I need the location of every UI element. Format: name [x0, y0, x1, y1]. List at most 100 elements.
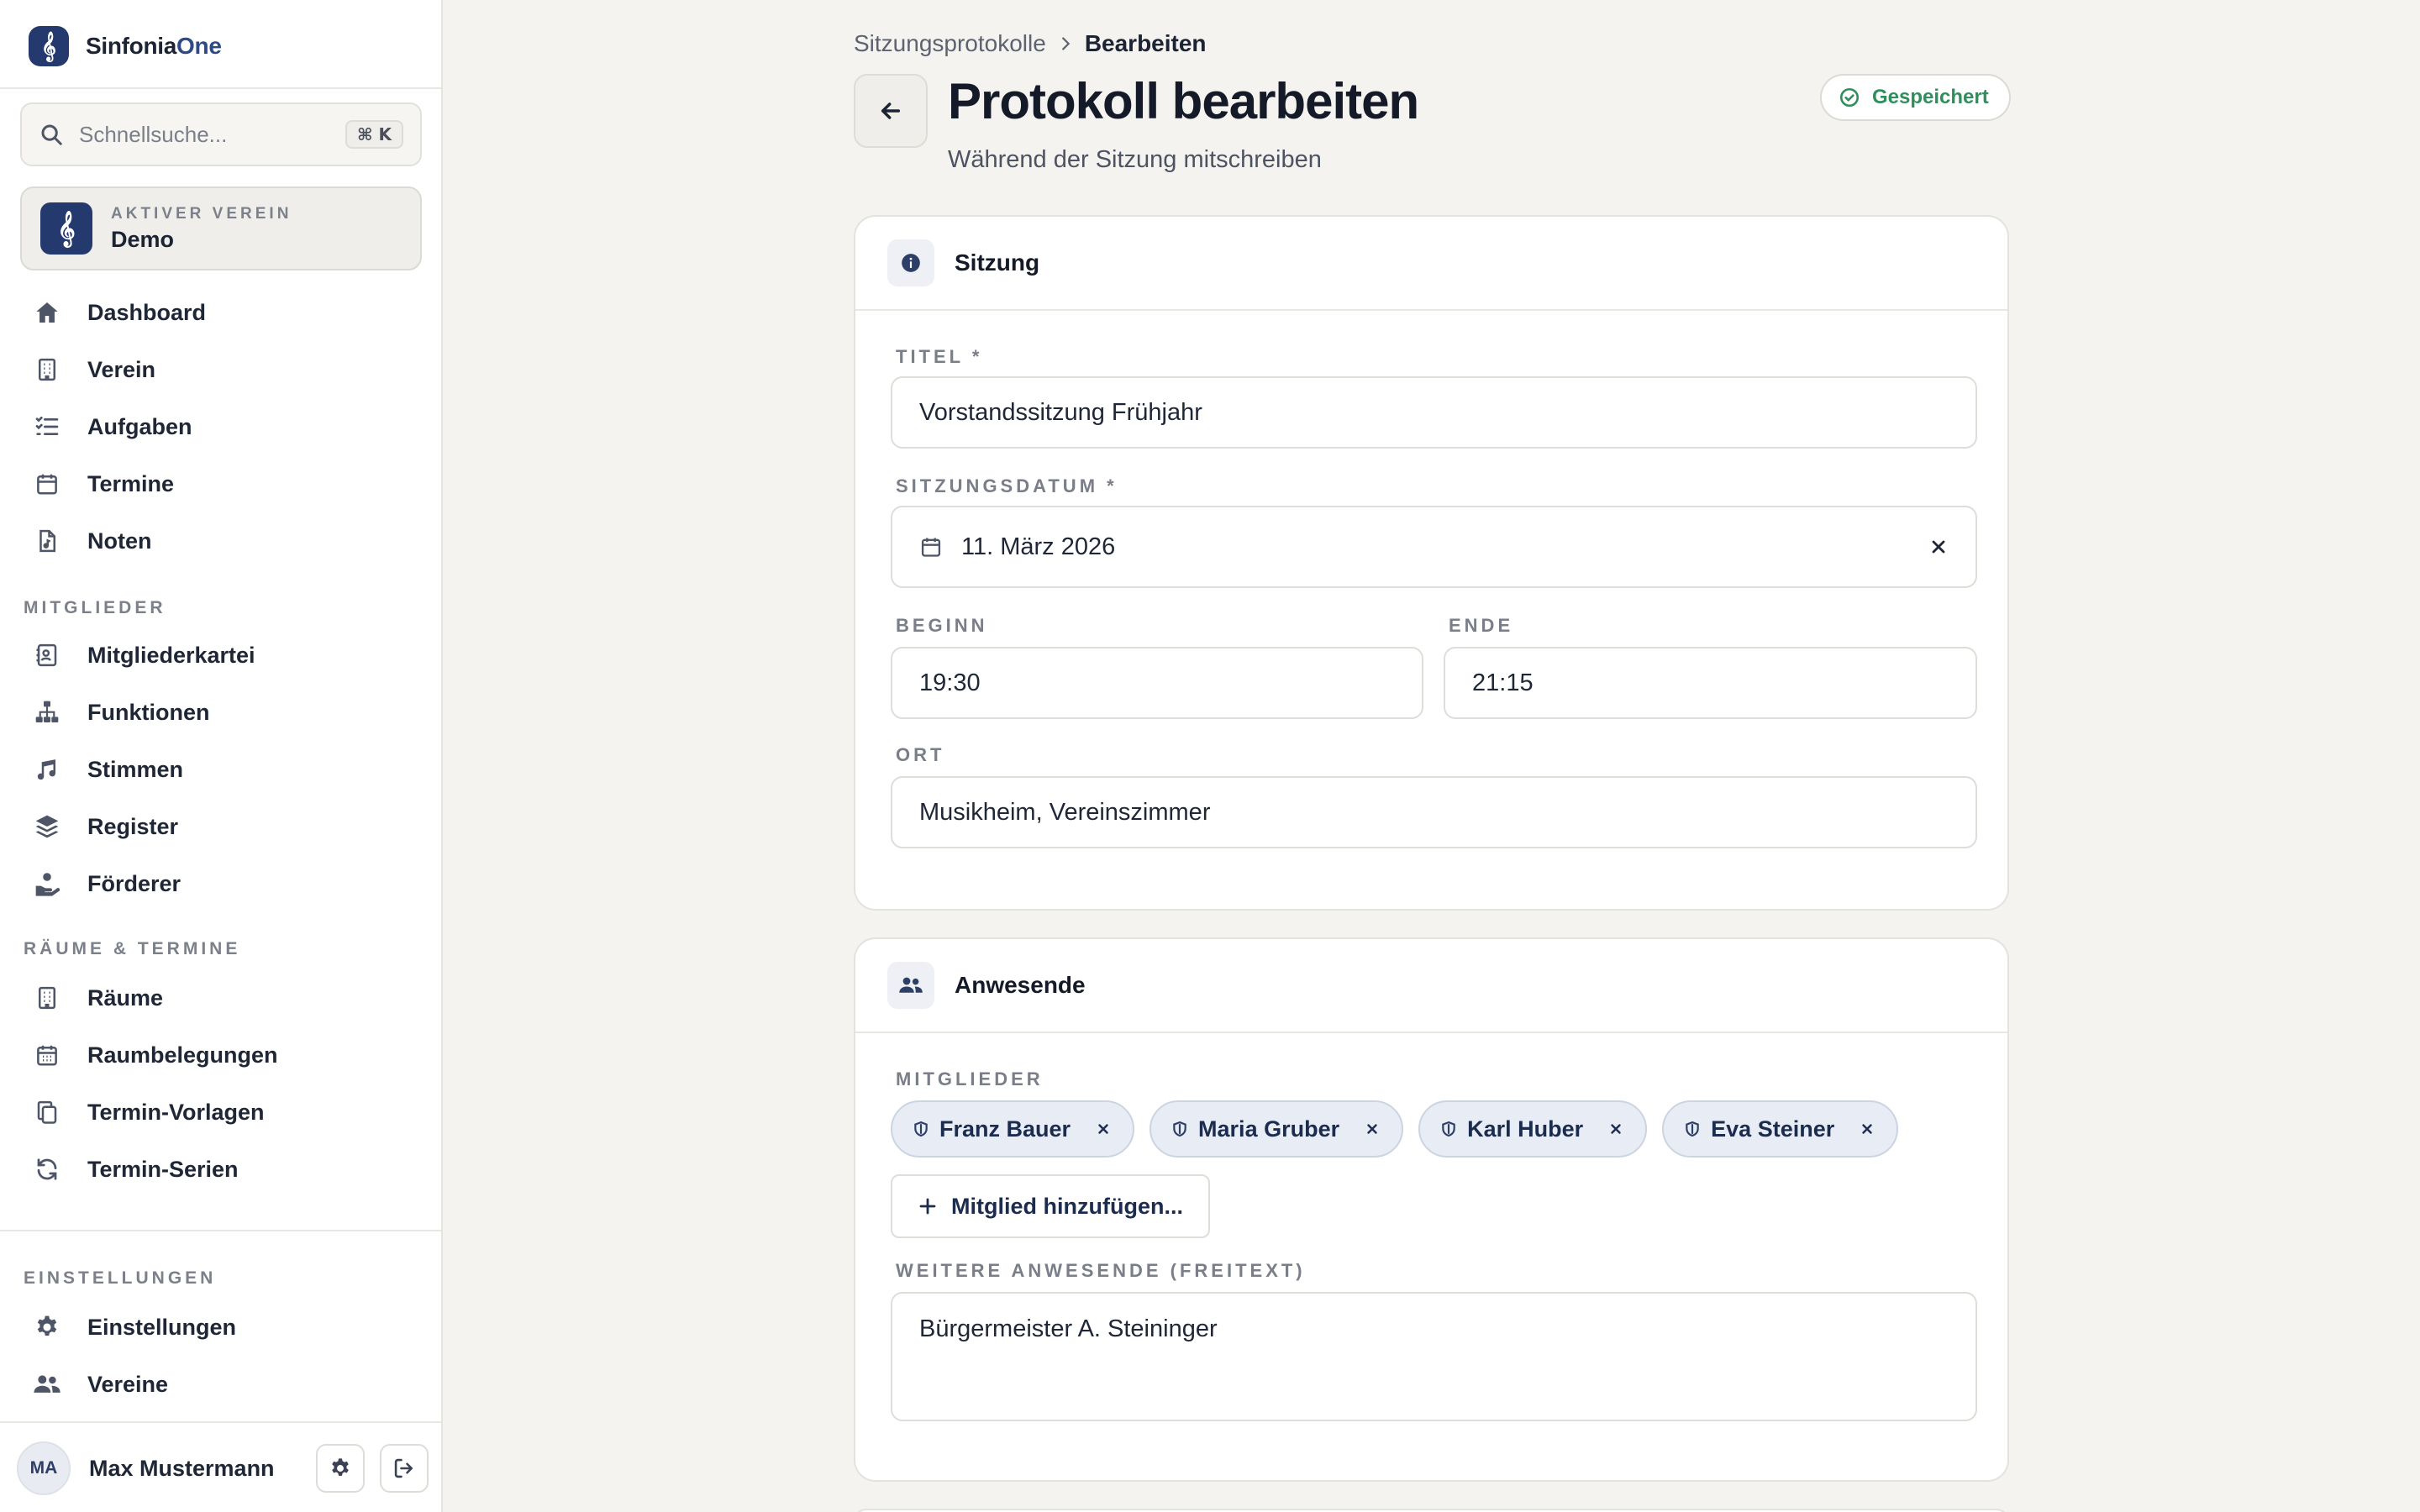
end-time-value: 21:15 — [1472, 669, 1534, 696]
start-time-value: 19:30 — [919, 669, 981, 696]
clear-date-icon[interactable] — [1928, 537, 1949, 557]
remove-member-icon[interactable] — [1608, 1121, 1623, 1137]
sidebar-item-raeume[interactable]: Räume — [20, 973, 422, 1023]
sidebar-item-mitgliederkartei[interactable]: Mitgliederkartei — [20, 630, 422, 680]
brand[interactable]: 𝄞 SinfoniaOne — [29, 25, 222, 67]
member-chip: Eva Steiner — [1662, 1100, 1899, 1158]
donor-hand-icon — [32, 869, 62, 899]
member-chip: Karl Huber — [1418, 1100, 1648, 1158]
member-chip-name: Karl Huber — [1467, 1116, 1584, 1142]
breadcrumb: Sitzungsprotokolle Bearbeiten — [854, 30, 1207, 57]
plus-icon — [918, 1196, 938, 1216]
calendar-grid-icon — [32, 1040, 62, 1070]
sidebar-item-vereine[interactable]: Vereine — [20, 1359, 422, 1410]
logout-icon — [394, 1458, 413, 1478]
other-attendees-value: Bürgermeister A. Steininger — [919, 1315, 1218, 1342]
chevron-right-icon — [1056, 34, 1075, 53]
end-label: ENDE — [1449, 615, 1514, 636]
add-member-button[interactable]: Mitglied hinzufügen... — [891, 1174, 1210, 1238]
remove-member-icon[interactable] — [1096, 1121, 1111, 1137]
date-value: 11. März 2026 — [961, 533, 1116, 560]
sidebar-item-verein[interactable]: Verein — [20, 344, 422, 395]
calendar-icon — [919, 535, 943, 559]
remove-member-icon[interactable] — [1365, 1121, 1380, 1137]
users-icon — [32, 1369, 62, 1399]
quick-search[interactable]: Schnellsuche... ⌘ K — [20, 102, 422, 166]
page-title: Protokoll bearbeiten — [948, 73, 1419, 129]
title-label: TITEL * — [896, 346, 983, 367]
session-card-title: Sitzung — [955, 249, 1040, 276]
task-list-icon — [32, 412, 62, 442]
search-shortcut: ⌘ K — [345, 120, 403, 149]
active-club-name: Demo — [111, 226, 175, 252]
shield-icon — [1684, 1120, 1701, 1138]
attendance-card-header: Anwesende — [855, 939, 2007, 1033]
date-picker[interactable]: 11. März 2026 — [891, 506, 1977, 588]
remove-member-icon[interactable] — [1860, 1121, 1875, 1137]
members-label: MITGLIEDER — [896, 1068, 1044, 1089]
sidebar-item-register[interactable]: Register — [20, 801, 422, 852]
check-circle-icon — [1839, 87, 1860, 108]
divider — [0, 1230, 441, 1231]
member-chip-list: Franz Bauer Maria Gruber Karl Huber Eva … — [891, 1100, 1913, 1158]
user-settings-button[interactable] — [316, 1444, 365, 1493]
session-card: Sitzung TITEL * Vorstandssitzung Frühjah… — [854, 215, 2009, 911]
app-name: SinfoniaOne — [86, 33, 222, 59]
building-icon — [32, 983, 62, 1013]
sidebar-item-funktionen[interactable]: Funktionen — [20, 687, 422, 738]
gear-icon — [32, 1312, 62, 1342]
back-button[interactable] — [854, 74, 928, 148]
section-mitglieder: MITGLIEDER — [24, 598, 166, 617]
start-time-input[interactable]: 19:30 — [891, 647, 1423, 719]
end-time-input[interactable]: 21:15 — [1444, 647, 1977, 719]
breadcrumb-parent-link[interactable]: Sitzungsprotokolle — [854, 30, 1046, 57]
sidebar-item-noten[interactable]: Noten — [20, 516, 422, 566]
session-card-header: Sitzung — [855, 217, 2007, 311]
attendance-card-title: Anwesende — [955, 972, 1086, 998]
logout-button[interactable] — [380, 1444, 429, 1493]
sidebar-item-einstellungen[interactable]: Einstellungen — [20, 1302, 422, 1352]
breadcrumb-current: Bearbeiten — [1084, 30, 1207, 56]
sidebar-item-foerderer[interactable]: Förderer — [20, 858, 422, 909]
org-chart-icon — [32, 697, 62, 727]
sheet-music-file-icon — [32, 526, 62, 556]
add-member-label: Mitglied hinzufügen... — [951, 1193, 1183, 1219]
building-icon — [32, 354, 62, 385]
next-card — [854, 1509, 2009, 1512]
start-label: BEGINN — [896, 615, 988, 636]
app-logo: 𝄞 — [29, 26, 69, 66]
divider — [0, 87, 441, 89]
sidebar-item-termine[interactable]: Termine — [20, 459, 422, 509]
search-placeholder: Schnellsuche... — [79, 121, 228, 147]
avatar[interactable]: MA — [17, 1441, 71, 1495]
music-note-icon — [32, 754, 62, 785]
title-value: Vorstandssitzung Frühjahr — [919, 398, 1202, 426]
member-chip-name: Maria Gruber — [1198, 1116, 1340, 1142]
user-profile: MA Max Mustermann — [17, 1441, 429, 1495]
shield-icon — [1171, 1120, 1188, 1138]
sidebar-item-dashboard[interactable]: Dashboard — [20, 287, 422, 338]
contact-card-icon — [32, 640, 62, 670]
location-label: ORT — [896, 744, 945, 765]
other-attendees-label: WEITERE ANWESENDE (FREITEXT) — [896, 1260, 1306, 1281]
gear-icon — [332, 1458, 349, 1476]
active-club-switcher[interactable]: 𝄞 AKTIVER VEREIN Demo — [20, 186, 422, 270]
refresh-icon — [32, 1154, 62, 1184]
home-icon — [32, 297, 62, 328]
date-label: SITZUNGSDATUM * — [896, 475, 1118, 496]
arrow-left-icon — [881, 102, 901, 119]
copy-icon — [32, 1097, 62, 1127]
save-status-text: Gespeichert — [1872, 86, 1989, 108]
sidebar-item-termin-serien[interactable]: Termin-Serien — [20, 1144, 422, 1194]
sidebar-item-stimmen[interactable]: Stimmen — [20, 744, 422, 795]
section-raeume-termine: RÄUME & TERMINE — [24, 939, 241, 958]
title-input[interactable]: Vorstandssitzung Frühjahr — [891, 376, 1977, 449]
sidebar-item-termin-vorlagen[interactable]: Termin-Vorlagen — [20, 1087, 422, 1137]
active-club-label: AKTIVER VEREIN — [111, 204, 292, 223]
layers-icon — [32, 811, 62, 842]
location-input[interactable]: Musikheim, Vereinszimmer — [891, 776, 1977, 848]
other-attendees-textarea[interactable]: Bürgermeister A. Steininger — [891, 1292, 1977, 1421]
sidebar: 𝄞 SinfoniaOne Schnellsuche... ⌘ K 𝄞 AKTI… — [0, 0, 443, 1512]
sidebar-item-raumbelegungen[interactable]: Raumbelegungen — [20, 1030, 422, 1080]
sidebar-item-aufgaben[interactable]: Aufgaben — [20, 402, 422, 452]
